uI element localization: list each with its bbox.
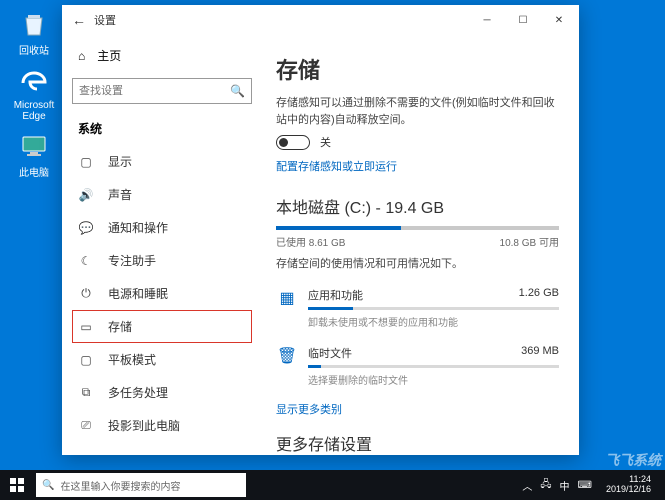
sidebar-item-label: 通知和操作 (108, 219, 168, 236)
sidebar-item-storage[interactable]: ▭ 存储 (72, 310, 252, 343)
storage-icon: ▭ (78, 320, 94, 334)
desktop-icon-label: 回收站 (10, 42, 58, 57)
power-icon: ⏻ (78, 286, 94, 301)
sidebar-item-tablet[interactable]: ▢ 平板模式 (72, 343, 252, 376)
sidebar: ⌂ 主页 🔍 系统 ▢ 显示 🔊 声音 💬 通知和操作 ☾ 专注助手 ⏻ 电源和睡眠 ▭ 存储 ▢ 平板模… (62, 35, 262, 455)
sidebar-item-project[interactable]: ⎚ 投影到此电脑 (72, 409, 252, 442)
tray-chevron-icon[interactable]: ︿ (522, 478, 532, 493)
edge-icon (18, 66, 50, 98)
close-button[interactable]: ✕ (541, 6, 577, 34)
project-icon: ⎚ (78, 418, 94, 433)
sidebar-item-label: 投影到此电脑 (108, 417, 180, 434)
disk-usage-bar (276, 226, 559, 230)
content-pane: 存储 存储感知可以通过删除不需要的文件(例如临时文件和回收站中的内容)自动释放空… (262, 35, 579, 455)
notification-icon: 💬 (78, 221, 94, 235)
tray-network-icon[interactable]: 🖧 (540, 477, 551, 494)
sidebar-item-label: 存储 (108, 318, 132, 335)
sound-icon: 🔊 (78, 188, 94, 202)
show-more-link[interactable]: 显示更多类别 (276, 401, 559, 417)
sidebar-item-label: 声音 (108, 186, 132, 203)
tablet-icon: ▢ (78, 353, 94, 367)
sidebar-item-label: 显示 (108, 153, 132, 170)
sidebar-item-focus[interactable]: ☾ 专注助手 (72, 244, 252, 277)
minimize-button[interactable]: ─ (469, 6, 505, 34)
desktop-icon-this-pc[interactable]: 此电脑 (10, 130, 58, 179)
desktop-icon-recycle-bin[interactable]: 回收站 (10, 8, 58, 57)
ime-indicator[interactable]: 中 (560, 478, 570, 493)
sidebar-item-notification[interactable]: 💬 通知和操作 (72, 211, 252, 244)
sidebar-category-header: 系统 (72, 114, 252, 145)
windows-icon (10, 478, 24, 492)
disk-free-label: 10.8 GB 可用 (500, 234, 559, 249)
sidebar-home[interactable]: ⌂ 主页 (72, 39, 252, 72)
category-icon: 🗑 (276, 345, 298, 367)
sidebar-item-power[interactable]: ⏻ 电源和睡眠 (72, 277, 252, 310)
titlebar: ← 设置 ─ ☐ ✕ (62, 5, 579, 35)
desktop-icon-label: Microsoft Edge (10, 100, 58, 122)
sidebar-item-label: 平板模式 (108, 351, 156, 368)
disk-title: 本地磁盘 (C:) - 19.4 GB (276, 194, 559, 218)
toggle-label: 关 (320, 134, 331, 150)
multitask-icon: ⧉ (78, 385, 94, 400)
category-name: 应用和功能 (308, 287, 363, 303)
ime-menu-icon[interactable]: ⌨ (578, 480, 592, 491)
maximize-button[interactable]: ☐ (505, 6, 541, 34)
taskbar-clock[interactable]: 11:24 2019/12/16 (600, 475, 657, 495)
configure-link[interactable]: 配置存储感知或立即运行 (276, 158, 559, 174)
watermark: 飞飞系统 (605, 450, 661, 470)
start-button[interactable] (0, 470, 34, 500)
storage-category-item[interactable]: ▦ 应用和功能 1.26 GB 卸载未使用或不想要的应用和功能 (276, 281, 559, 339)
category-icon: ▦ (276, 287, 298, 309)
storage-sense-desc: 存储感知可以通过删除不需要的文件(例如临时文件和回收站中的内容)自动释放空间。 (276, 95, 559, 128)
search-icon: 🔍 (230, 84, 245, 98)
sidebar-item-label: 专注助手 (108, 252, 156, 269)
category-size: 369 MB (521, 345, 559, 361)
sidebar-item-sound[interactable]: 🔊 声音 (72, 178, 252, 211)
search-icon: 🔍 (42, 480, 54, 491)
back-button[interactable]: ← (64, 12, 94, 28)
taskbar: 🔍 在这里输入你要搜索的内容 ︿ 🖧 中 ⌨ 11:24 2019/12/16 (0, 470, 665, 500)
recycle-bin-icon (18, 8, 50, 40)
taskbar-search-placeholder: 在这里输入你要搜索的内容 (60, 478, 180, 493)
disk-used-label: 已使用 8.61 GB (276, 234, 345, 249)
category-hint: 选择要删除的临时文件 (308, 372, 559, 387)
taskbar-search[interactable]: 🔍 在这里输入你要搜索的内容 (36, 473, 246, 497)
category-bar (308, 307, 559, 310)
display-icon: ▢ (78, 155, 94, 169)
storage-sense-toggle[interactable] (276, 135, 310, 150)
desktop-icon-edge[interactable]: Microsoft Edge (10, 66, 58, 122)
storage-category-item[interactable]: 🗑 临时文件 369 MB 选择要删除的临时文件 (276, 339, 559, 397)
sidebar-item-label: 多任务处理 (108, 384, 168, 401)
page-title: 存储 (276, 53, 559, 85)
category-bar (308, 365, 559, 368)
category-size: 1.26 GB (519, 287, 559, 303)
search-input[interactable] (79, 85, 230, 97)
sidebar-item-label: 电源和睡眠 (108, 285, 168, 302)
pc-icon (18, 130, 50, 162)
focus-icon: ☾ (78, 254, 94, 268)
home-icon: ⌂ (78, 49, 85, 63)
sidebar-item-multitask[interactable]: ⧉ 多任务处理 (72, 376, 252, 409)
sidebar-search[interactable]: 🔍 (72, 78, 252, 104)
category-hint: 卸载未使用或不想要的应用和功能 (308, 314, 559, 329)
settings-window: ← 设置 ─ ☐ ✕ ⌂ 主页 🔍 系统 ▢ 显示 🔊 声音 💬 通知和操作 ☾ 专注助手 ⏻ 电… (62, 5, 579, 455)
sidebar-home-label: 主页 (97, 47, 121, 64)
system-tray: ︿ 🖧 中 ⌨ 11:24 2019/12/16 (514, 475, 665, 495)
more-settings-title: 更多存储设置 (276, 431, 559, 455)
usage-desc: 存储空间的使用情况和可用情况如下。 (276, 255, 559, 271)
window-title: 设置 (94, 12, 116, 28)
sidebar-item-display[interactable]: ▢ 显示 (72, 145, 252, 178)
desktop-icon-label: 此电脑 (10, 164, 58, 179)
category-name: 临时文件 (308, 345, 352, 361)
